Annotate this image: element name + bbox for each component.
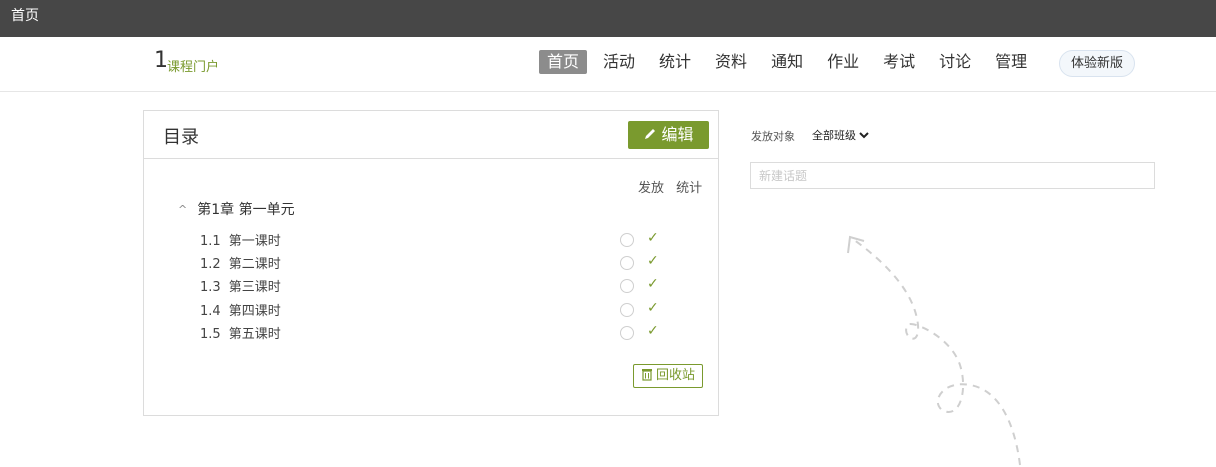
lesson-item[interactable]: 1.1 第一课时 <box>200 230 281 249</box>
try-new-version-button[interactable]: 体验新版 <box>1059 50 1135 77</box>
dashed-arrow-icon <box>847 235 1021 466</box>
release-circle-icon[interactable] <box>620 279 634 293</box>
lesson-number: 1.5 <box>200 327 221 342</box>
lesson-number: 1.3 <box>200 280 221 295</box>
recycle-label: 回收站 <box>655 368 695 383</box>
release-circle-icon[interactable] <box>620 303 634 317</box>
release-circle-icon[interactable] <box>620 326 634 340</box>
top-bar: 首页 <box>0 0 1216 37</box>
nav-notice[interactable]: 通知 <box>763 50 811 74</box>
lesson-item[interactable]: 1.3 第三课时 <box>200 276 281 295</box>
lesson-number: 1.2 <box>200 257 221 272</box>
edit-label: 编辑 <box>661 125 694 144</box>
lesson-item[interactable]: 1.5 第五课时 <box>200 323 281 342</box>
lesson-title[interactable]: 第二课时 <box>229 257 281 272</box>
recycle-bin-button[interactable]: 回收站 <box>633 364 703 388</box>
catalog-title: 目录 <box>163 127 199 148</box>
release-target-select[interactable]: 全部班级 <box>808 124 872 146</box>
main-nav: 首页 活动 统计 资料 通知 作业 考试 讨论 管理 <box>539 50 1043 74</box>
column-headers: 发放 统计 <box>638 177 710 196</box>
nav-activity[interactable]: 活动 <box>595 50 643 74</box>
chapter-title[interactable]: 第1章 第一单元 <box>197 199 294 219</box>
edit-button[interactable]: 编辑 <box>628 121 709 149</box>
nav-materials[interactable]: 资料 <box>707 50 755 74</box>
new-topic-input[interactable] <box>750 162 1155 189</box>
chevron-up-icon[interactable]: ^ <box>178 203 187 216</box>
course-header: 1 课程门户 首页 活动 统计 资料 通知 作业 考试 讨论 管理 体验新版 <box>0 37 1216 92</box>
nav-discussion[interactable]: 讨论 <box>931 50 979 74</box>
lesson-number: 1.1 <box>200 234 221 249</box>
lesson-item[interactable]: 1.2 第二课时 <box>200 253 281 272</box>
release-circle-icon[interactable] <box>620 256 634 270</box>
lesson-title[interactable]: 第一课时 <box>229 234 281 249</box>
col-release: 发放 <box>638 181 665 196</box>
course-number: 1 <box>154 48 168 73</box>
lesson-item[interactable]: 1.4 第四课时 <box>200 300 281 319</box>
check-icon[interactable]: ✓ <box>647 300 659 316</box>
pencil-icon <box>645 129 656 139</box>
nav-exam[interactable]: 考试 <box>875 50 923 74</box>
catalog-header: 目录 编辑 <box>144 111 718 159</box>
check-icon[interactable]: ✓ <box>647 323 659 339</box>
chapter-row[interactable]: ^ 第1章 第一单元 <box>178 199 295 219</box>
lesson-number: 1.4 <box>200 304 221 319</box>
topbar-title: 首页 <box>11 8 39 24</box>
check-icon[interactable]: ✓ <box>647 276 659 292</box>
nav-manage[interactable]: 管理 <box>987 50 1035 74</box>
lesson-title[interactable]: 第三课时 <box>229 280 281 295</box>
check-icon[interactable]: ✓ <box>647 230 659 246</box>
nav-homework[interactable]: 作业 <box>819 50 867 74</box>
nav-home[interactable]: 首页 <box>539 50 588 74</box>
release-target-label: 发放对象 <box>751 130 795 143</box>
release-circle-icon[interactable] <box>620 233 634 247</box>
lesson-title[interactable]: 第四课时 <box>229 304 281 319</box>
course-portal-link[interactable]: 课程门户 <box>167 56 219 75</box>
trash-icon <box>641 369 652 381</box>
lesson-title[interactable]: 第五课时 <box>229 327 281 342</box>
nav-statistics[interactable]: 统计 <box>651 50 699 74</box>
col-stats: 统计 <box>676 181 703 196</box>
check-icon[interactable]: ✓ <box>647 253 659 269</box>
catalog-panel: 目录 编辑 发放 统计 ^ 第1章 第一单元 1.1 第一课时 1.2 第二课时 1… <box>143 110 719 416</box>
